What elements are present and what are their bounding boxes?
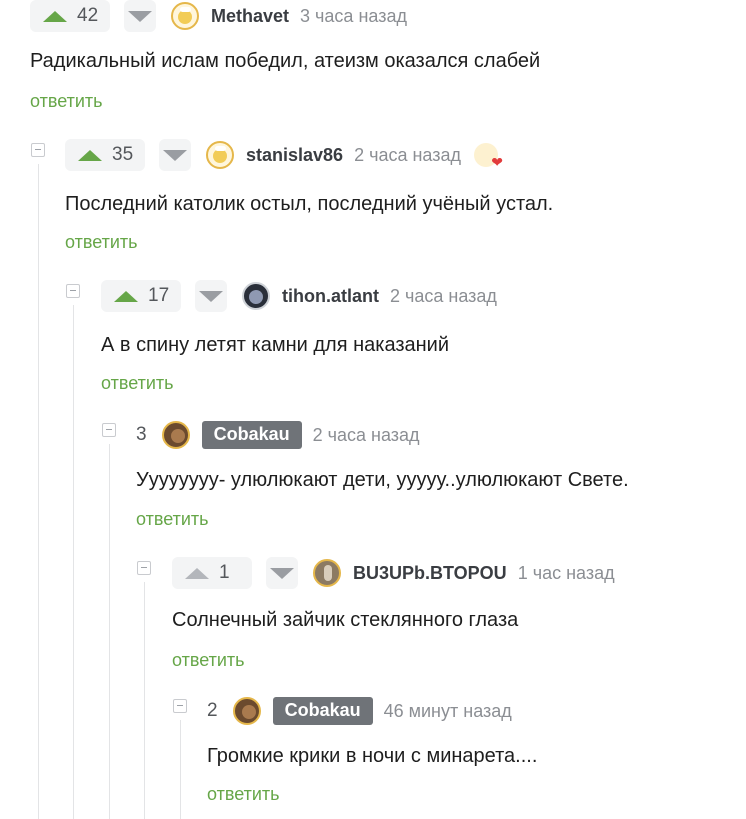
downvote-arrow-icon[interactable] [266,557,298,589]
vote-box: 42 [30,0,110,32]
comment-header: 42 Methavet 3 часа назад [30,0,407,32]
rating-count: 17 [148,285,170,306]
comment-header: 3 Cobakau 2 часа назад [136,419,420,451]
reply-link[interactable]: ответить [172,650,245,671]
author-badge[interactable]: Cobakau [272,697,373,725]
vote-box: 35 [65,139,145,171]
upvote-arrow-icon[interactable] [185,567,209,579]
thread-line [144,582,145,819]
comment-text: Последний католик остыл, последний учёны… [65,193,554,215]
comment-text: А в спину летят камни для наказаний [101,334,450,356]
comment-header: 35 stanislav86 2 часа назад ❤ [65,139,503,171]
rating-count: 2 [207,700,218,721]
comment-time[interactable]: 2 часа назад [354,145,461,166]
vote-box: 1 [172,557,252,589]
comment-time[interactable]: 2 часа назад [313,425,420,446]
beer-mug-avatar-icon[interactable] [171,2,199,30]
reply-link[interactable]: ответить [65,232,138,253]
collapse-toggle[interactable] [66,284,80,298]
comment-header: 17 tihon.atlant 2 часа назад [101,280,497,312]
reply-link[interactable]: ответить [101,373,174,394]
feather-avatar-icon[interactable] [313,559,341,587]
vote-box: 17 [101,280,181,312]
comment-header: 1 BU3UPb.BTOPOU 1 час назад [172,557,615,589]
dark-portrait-avatar-icon[interactable] [242,282,270,310]
thread-line [38,164,39,819]
comment-text: Громкие крики в ночи с минарета.... [207,745,538,767]
beer-mug-avatar-icon[interactable] [206,141,234,169]
comment-text: Уууууууу- улюлюкают дети, ууууу..улюлюка… [136,469,629,491]
reply-link[interactable]: ответить [207,784,280,805]
thread-line [73,305,74,819]
thread-line [109,444,110,819]
dog-avatar-icon[interactable] [161,421,190,449]
author-name[interactable]: BU3UPb.BTOPOU [353,563,507,584]
heart-award-icon[interactable]: ❤ [474,143,503,169]
rating-count: 35 [112,144,134,165]
upvote-arrow-icon[interactable] [78,149,102,161]
upvote-arrow-icon[interactable] [43,10,67,22]
author-name[interactable]: Methavet [211,6,289,27]
comment-text: Солнечный зайчик стеклянного глаза [172,609,519,631]
collapse-toggle[interactable] [102,423,116,437]
comment-time[interactable]: 3 часа назад [300,6,407,27]
collapse-toggle[interactable] [31,143,45,157]
dog-avatar-icon[interactable] [232,697,261,725]
comment-text: Радикальный ислам победил, атеизм оказал… [30,50,541,72]
reply-link[interactable]: ответить [136,509,209,530]
downvote-arrow-icon[interactable] [195,280,227,312]
comment-time[interactable]: 2 часа назад [390,286,497,307]
downvote-arrow-icon[interactable] [159,139,191,171]
author-name[interactable]: tihon.atlant [282,286,379,307]
rating-count: 42 [77,5,99,26]
comment-time[interactable]: 46 минут назад [384,701,512,722]
collapse-toggle[interactable] [137,561,151,575]
author-name[interactable]: stanislav86 [246,145,343,166]
thread-line [180,720,181,819]
comment-time[interactable]: 1 час назад [518,563,615,584]
collapse-toggle[interactable] [173,699,187,713]
rating-count: 3 [136,424,147,445]
upvote-arrow-icon[interactable] [114,290,138,302]
author-badge[interactable]: Cobakau [201,421,302,449]
comment-header: 2 Cobakau 46 минут назад [207,695,512,727]
downvote-arrow-icon[interactable] [124,0,156,32]
reply-link[interactable]: ответить [30,91,103,112]
rating-count: 1 [219,562,230,583]
